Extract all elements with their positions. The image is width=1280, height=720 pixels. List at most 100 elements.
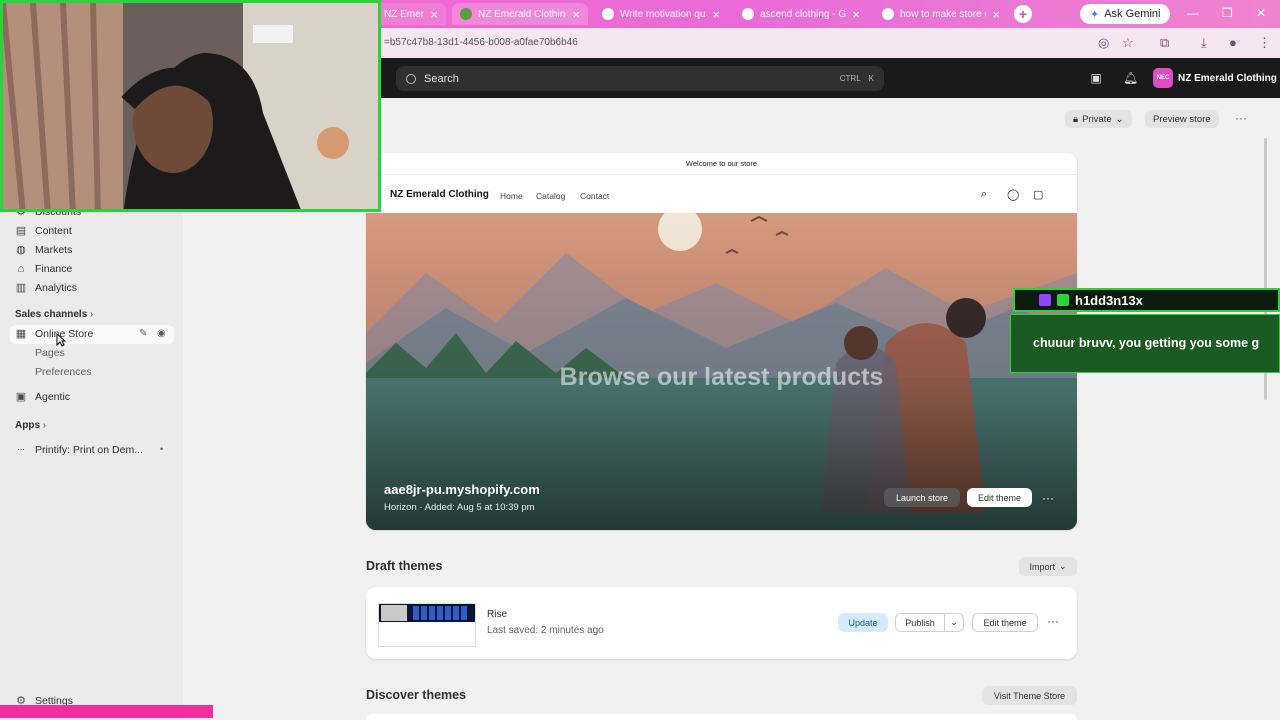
- chat-user-bar: h1dd3n13x: [1013, 288, 1280, 312]
- webcam-overlay: [0, 0, 381, 212]
- profile-icon[interactable]: ●: [1229, 35, 1237, 50]
- chat-overlay: h1dd3n13x chuuur bruvv, you getting you …: [1010, 286, 1280, 373]
- tab-title: NZ Emerald: [384, 8, 424, 20]
- thumbnail-art: [381, 605, 407, 621]
- eye-icon[interactable]: ◉: [157, 328, 166, 339]
- discover-themes-title: Discover themes: [366, 688, 467, 702]
- bell-icon[interactable]: 🔔︎: [1123, 71, 1138, 85]
- sales-channels-heading[interactable]: Sales channels ›: [15, 309, 93, 320]
- close-icon[interactable]: ×: [430, 8, 438, 21]
- publish-options-chevron-icon[interactable]: ⌄: [944, 613, 964, 632]
- update-button[interactable]: Update: [838, 613, 888, 632]
- sidebar-subitem-preferences[interactable]: Preferences: [35, 366, 92, 378]
- close-icon[interactable]: ×: [572, 8, 580, 21]
- browser-status-bar: [0, 705, 213, 718]
- eye-slash-icon[interactable]: ◎: [1098, 35, 1109, 51]
- url-text[interactable]: =b57c47b8-13d1-4456-b008-a0fae70b6b46: [384, 37, 578, 48]
- hero-preview: Browse our latest products aae8jr-pu.mys…: [366, 213, 1077, 530]
- close-icon[interactable]: ×: [852, 8, 860, 21]
- store-avatar[interactable]: NEC: [1153, 68, 1173, 88]
- import-dropdown[interactable]: Import ⌄: [1019, 557, 1077, 576]
- draft-theme-row: Rise Last saved: 2 minutes ago Update Pu…: [366, 587, 1077, 659]
- extensions-icon[interactable]: ⧉: [1160, 35, 1169, 51]
- apps-heading[interactable]: Apps ›: [15, 420, 46, 431]
- twitch-icon: [1039, 294, 1051, 306]
- sidebar-item-label: Analytics: [35, 282, 78, 294]
- menu-icon[interactable]: ⋮: [1258, 35, 1271, 51]
- publish-button[interactable]: Publish: [895, 613, 945, 632]
- announcement-bar: Welcome to our store: [366, 153, 1077, 175]
- chevron-down-icon: ⌄: [1058, 561, 1067, 571]
- pencil-icon[interactable]: ✎: [139, 328, 147, 339]
- privacy-dropdown[interactable]: 🔒︎ Private ⌄: [1065, 110, 1132, 128]
- draft-more-icon[interactable]: ···: [1047, 614, 1059, 628]
- sidebar-item-markets[interactable]: ◍ Markets: [15, 244, 72, 256]
- privacy-label: Private: [1082, 113, 1112, 125]
- chat-username: h1dd3n13x: [1075, 292, 1143, 308]
- sales-channels-label: Sales channels: [15, 309, 88, 320]
- thumbnail-text: [413, 606, 469, 620]
- tab-title: Write motivation qu: [620, 8, 706, 20]
- theme-more-icon[interactable]: ···: [1038, 488, 1058, 507]
- sidebar-item-analytics[interactable]: ▥ Analytics: [15, 282, 77, 294]
- restore-icon[interactable]: ❐: [1222, 6, 1233, 20]
- unread-dot-icon: •: [160, 444, 164, 454]
- storefront-nav: NZ Emerald Clothing Home Catalog Contact…: [366, 175, 1077, 213]
- edit-theme-button[interactable]: Edit theme: [967, 488, 1032, 507]
- close-icon[interactable]: ×: [712, 8, 720, 21]
- sidebar-item-label: Agentic: [35, 391, 71, 403]
- hero-title: Browse our latest products: [559, 363, 884, 391]
- visit-theme-store-button[interactable]: Visit Theme Store: [982, 686, 1077, 705]
- close-window-icon[interactable]: ✕: [1256, 6, 1266, 20]
- search-input[interactable]: Search CTRL K: [396, 66, 884, 91]
- chat-message: chuuur bruvv, you getting you some g: [1033, 336, 1260, 350]
- sidekick-icon[interactable]: ▣: [1089, 71, 1103, 85]
- mouse-cursor-icon: [56, 333, 66, 347]
- ask-gemini-button[interactable]: ✦ Ask Gemini: [1080, 4, 1171, 24]
- sidebar-item-finance[interactable]: ⌂ Finance: [15, 263, 73, 275]
- sidebar-item-online-store[interactable]: ▦ Online Store: [15, 328, 94, 340]
- webcam-feed: [3, 3, 378, 209]
- more-actions-icon[interactable]: ···: [1235, 111, 1247, 125]
- preview-store-button[interactable]: Preview store: [1145, 110, 1219, 128]
- google-favicon-icon: [882, 8, 894, 20]
- store-name[interactable]: NZ Emerald Clothing: [1178, 73, 1277, 84]
- browser-tab-active[interactable]: NZ Emerald Clothing ×: [452, 3, 588, 25]
- lock-icon: 🔒︎: [1073, 113, 1079, 125]
- star-icon[interactable]: ☆: [1122, 35, 1134, 51]
- verified-badge-icon: [1057, 294, 1069, 306]
- sidebar-item-agentic[interactable]: ▣ Agentic: [15, 391, 70, 403]
- sidebar-item-label: Printify: Print on Dem...: [35, 444, 143, 456]
- content-icon: ▤: [15, 225, 27, 237]
- bar-chart-icon: ▥: [15, 282, 27, 294]
- shortcut-ctrl: CTRL: [839, 74, 861, 83]
- chevron-right-icon: ›: [42, 420, 47, 431]
- download-icon[interactable]: ⤓: [1201, 35, 1207, 51]
- edit-theme-button[interactable]: Edit theme: [972, 613, 1038, 632]
- sidebar-subitem-pages[interactable]: Pages: [35, 347, 65, 359]
- import-label: Import: [1029, 561, 1055, 572]
- theme-last-saved: Last saved: 2 minutes ago: [487, 625, 604, 636]
- sidebar-item-printify[interactable]: ⋯ Printify: Print on Dem...: [15, 444, 143, 456]
- browser-tab[interactable]: ascend clothing - Go ×: [734, 3, 868, 25]
- minimize-icon[interactable]: —: [1187, 6, 1199, 20]
- globe-icon: ◍: [16, 244, 26, 256]
- sidebar-item-content[interactable]: ▤ Content: [15, 225, 72, 237]
- tab-title: NZ Emerald Clothing: [478, 8, 567, 20]
- tab-title: how to make store c: [900, 8, 987, 20]
- store-domain: aae8jr-pu.myshopify.com: [384, 482, 540, 497]
- chevron-down-icon: ⌄: [1115, 113, 1124, 125]
- gemini-sparkle-icon: ✦: [1090, 8, 1100, 21]
- tab-title: ascend clothing - Go: [760, 8, 847, 20]
- launch-store-button[interactable]: Launch store: [884, 488, 960, 507]
- storefront-icon: ▦: [15, 328, 27, 340]
- google-favicon-icon: [742, 8, 754, 20]
- close-icon[interactable]: ×: [992, 8, 1000, 21]
- browser-tab[interactable]: how to make store c ×: [874, 3, 1008, 25]
- preview-label: Preview store: [1153, 113, 1211, 125]
- browser-tab[interactable]: Write motivation qu ×: [594, 3, 728, 25]
- browser-tab[interactable]: NZ Emerald ×: [376, 3, 446, 25]
- new-tab-button[interactable]: +: [1014, 5, 1032, 23]
- nav-contact: Contact: [580, 191, 610, 201]
- shortcut-key: K: [868, 74, 874, 83]
